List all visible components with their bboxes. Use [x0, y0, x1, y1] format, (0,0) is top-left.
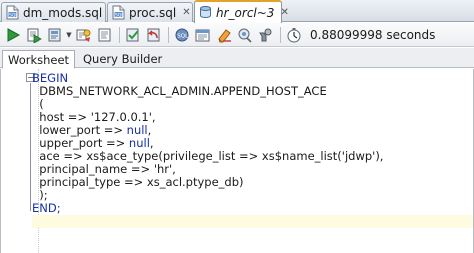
string-literal: 'hr' — [153, 162, 173, 176]
format-icon[interactable] — [257, 26, 275, 44]
tab-worksheet[interactable]: Worksheet — [2, 50, 75, 69]
code-line: END; — [32, 202, 474, 215]
code-text: , — [147, 123, 152, 137]
commit-icon[interactable] — [46, 26, 64, 44]
code-text: lower_port => — [32, 123, 127, 137]
sql-file-icon: SQL — [6, 5, 19, 20]
tab-hr-orcl[interactable]: hr_orcl~3 ✕ — [194, 0, 289, 23]
current-line[interactable] — [32, 215, 474, 228]
autotrace-icon[interactable] — [96, 26, 114, 44]
code-text: , — [172, 162, 176, 176]
tab-proc[interactable]: SQL proc.sql ✕ — [107, 2, 193, 22]
keyword: null — [128, 136, 150, 150]
string-literal: '127.0.0.1' — [90, 110, 152, 124]
tab-label: dm_mods.sql — [23, 5, 103, 20]
commit-transaction-icon[interactable] — [124, 26, 142, 44]
close-icon[interactable]: ✕ — [182, 7, 190, 18]
svg-text:SQL: SQL — [177, 33, 189, 39]
string-literal: 'jdwp' — [341, 149, 376, 163]
sql-file-icon: SQL — [112, 5, 125, 20]
run-statement-icon[interactable] — [4, 26, 22, 44]
toolbar-separator — [119, 26, 120, 43]
tab-query-builder[interactable]: Query Builder — [78, 50, 167, 68]
tab-label: hr_orcl~3 — [216, 5, 275, 20]
document-tab-strip: SQL dm_mods.sql ✕ SQL proc.sql ✕ hr_orcl… — [0, 0, 474, 23]
tab-label: Query Builder — [83, 52, 163, 66]
tab-label: proc.sql — [129, 5, 177, 20]
toolbar-separator — [168, 26, 169, 43]
code-text: principal_name => — [32, 162, 154, 176]
rollback-icon[interactable] — [145, 26, 163, 44]
sql-editor[interactable]: − BEGIN DBMS_NETWORK_ACL_ADMIN.APPEND_HO… — [0, 69, 474, 253]
unshared-worksheet-icon[interactable] — [236, 26, 254, 44]
run-script-icon[interactable] — [25, 26, 43, 44]
timer-icon — [285, 26, 303, 44]
fold-guide — [30, 83, 31, 211]
keyword: null — [126, 123, 148, 137]
toolbar-separator — [280, 26, 281, 43]
code-line: ); — [32, 188, 48, 202]
worksheet-toolbar: ▼ SQL 0.88099998 seconds — [0, 23, 474, 47]
code-line: DBMS_NETWORK_ACL_ADMIN.APPEND_HOST_ACE — [32, 84, 327, 98]
code-text: , — [151, 110, 156, 124]
code-text: ace => xs$ace_type(privilege_list => xs$… — [32, 149, 342, 163]
connection-icon — [199, 5, 212, 20]
svg-text:SQL: SQL — [115, 12, 124, 18]
sql-tuning-icon[interactable]: SQL — [173, 26, 191, 44]
code-text: , — [149, 136, 154, 150]
tab-label: Worksheet — [8, 52, 70, 67]
code-lines: BEGIN DBMS_NETWORK_ACL_ADMIN.APPEND_HOST… — [32, 72, 474, 228]
tab-dm-mods[interactable]: SQL dm_mods.sql ✕ — [1, 2, 117, 22]
keyword: BEGIN — [32, 71, 69, 85]
editor-gutter — [0, 69, 39, 253]
close-icon[interactable]: ✕ — [280, 7, 288, 18]
sql-history-icon[interactable] — [194, 26, 212, 44]
svg-text:SQL: SQL — [9, 12, 18, 18]
code-text: host => — [32, 110, 91, 124]
worksheet-subtabs: Worksheet Query Builder — [0, 48, 474, 69]
execution-time: 0.88099998 seconds — [310, 27, 436, 42]
explain-plan-icon[interactable] — [75, 26, 93, 44]
code-line: principal_type => xs_acl.ptype_db) — [32, 175, 244, 189]
code-text: ), — [375, 149, 384, 163]
keyword: END; — [32, 201, 61, 215]
code-text: upper_port => — [32, 136, 129, 150]
dropdown-arrow-icon[interactable]: ▼ — [65, 26, 73, 44]
clear-icon[interactable] — [215, 26, 233, 44]
